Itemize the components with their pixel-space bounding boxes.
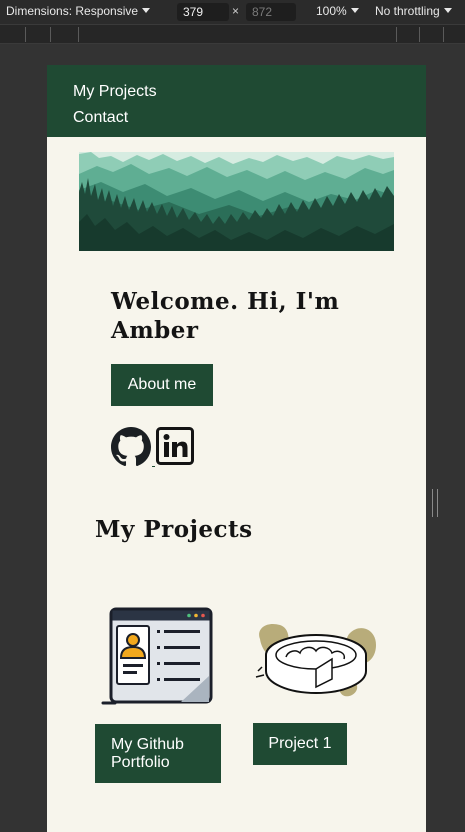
device-dimensions-label: Dimensions: Responsive — [6, 4, 139, 18]
throttling-select[interactable]: No throttling — [375, 4, 452, 18]
projects-heading: My Projects — [95, 516, 253, 543]
link-underline — [152, 466, 155, 467]
ruler-tick — [396, 27, 397, 42]
viewport-resize-handle[interactable] — [432, 489, 438, 517]
github-icon[interactable] — [111, 427, 151, 467]
hero-landscape-image — [79, 152, 394, 251]
pie-illustration-icon[interactable] — [252, 621, 380, 701]
ruler-tick — [25, 27, 26, 42]
devtools-toolbar: Dimensions: Responsive 379 × 872 100% No… — [0, 0, 465, 24]
device-dimensions-select[interactable]: Dimensions: Responsive — [6, 4, 151, 18]
portfolio-profile-icon[interactable] — [101, 606, 215, 706]
ruler-tick — [50, 27, 51, 42]
throttling-label: No throttling — [375, 4, 440, 18]
viewport-width-input[interactable]: 379 — [177, 3, 229, 21]
chevron-down-icon — [142, 8, 151, 13]
project-github-portfolio-button[interactable]: My Github Portfolio — [95, 724, 221, 783]
zoom-select[interactable]: 100% — [316, 4, 359, 18]
emulated-viewport: My Projects Contact Welcome. Hi, I'm Amb… — [47, 65, 426, 832]
site-nav: My Projects Contact — [47, 65, 426, 137]
zoom-label: 100% — [316, 4, 347, 18]
media-query-ruler[interactable] — [0, 24, 465, 44]
ruler-tick — [419, 27, 420, 42]
chevron-down-icon — [443, 8, 452, 13]
nav-link-my-projects[interactable]: My Projects — [73, 79, 400, 105]
ruler-tick — [78, 27, 79, 42]
ruler-tick — [443, 27, 444, 42]
chevron-down-icon — [350, 8, 359, 13]
linkedin-icon[interactable] — [156, 427, 194, 465]
viewport-height-input[interactable]: 872 — [246, 3, 296, 21]
project-1-button[interactable]: Project 1 — [253, 723, 347, 765]
about-me-button[interactable]: About me — [111, 364, 213, 406]
welcome-heading: Welcome. Hi, I'm Amber — [111, 288, 340, 344]
nav-link-contact[interactable]: Contact — [73, 105, 400, 131]
dimension-separator: × — [232, 4, 240, 18]
